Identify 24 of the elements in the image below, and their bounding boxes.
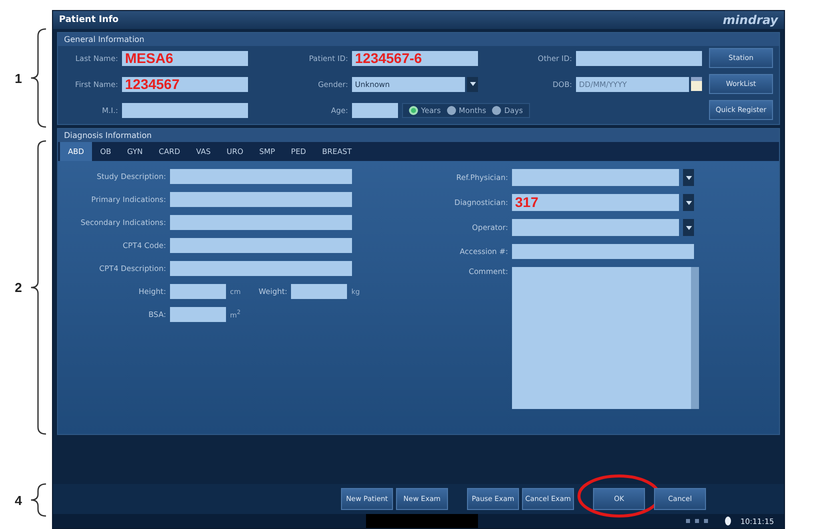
input-field[interactable] (170, 215, 352, 230)
scrollbar[interactable] (691, 267, 699, 409)
logo: mindray (722, 13, 778, 27)
age-field[interactable] (352, 102, 398, 118)
input-field[interactable] (170, 238, 352, 253)
section-heading: General Information (58, 33, 779, 46)
section-heading: Diagnosis Information (58, 129, 779, 142)
calendar-icon[interactable] (691, 77, 702, 91)
callout-number: 2 (14, 280, 22, 295)
input-field[interactable] (170, 307, 226, 322)
callout-number: 4 (14, 492, 22, 508)
input-field[interactable] (170, 261, 352, 276)
dropdown-field[interactable] (512, 169, 679, 186)
input-field[interactable] (170, 169, 352, 184)
comment-textarea[interactable] (512, 267, 699, 409)
input-field[interactable] (170, 284, 226, 299)
input-field[interactable] (576, 50, 702, 66)
callout-number: 1 (14, 70, 22, 86)
input-field[interactable] (291, 284, 348, 299)
input-field[interactable] (170, 192, 352, 207)
window-title: Patient Info (59, 15, 119, 25)
input-field[interactable] (512, 244, 694, 259)
dropdown-field[interactable] (512, 219, 679, 236)
input-field[interactable] (122, 102, 248, 118)
